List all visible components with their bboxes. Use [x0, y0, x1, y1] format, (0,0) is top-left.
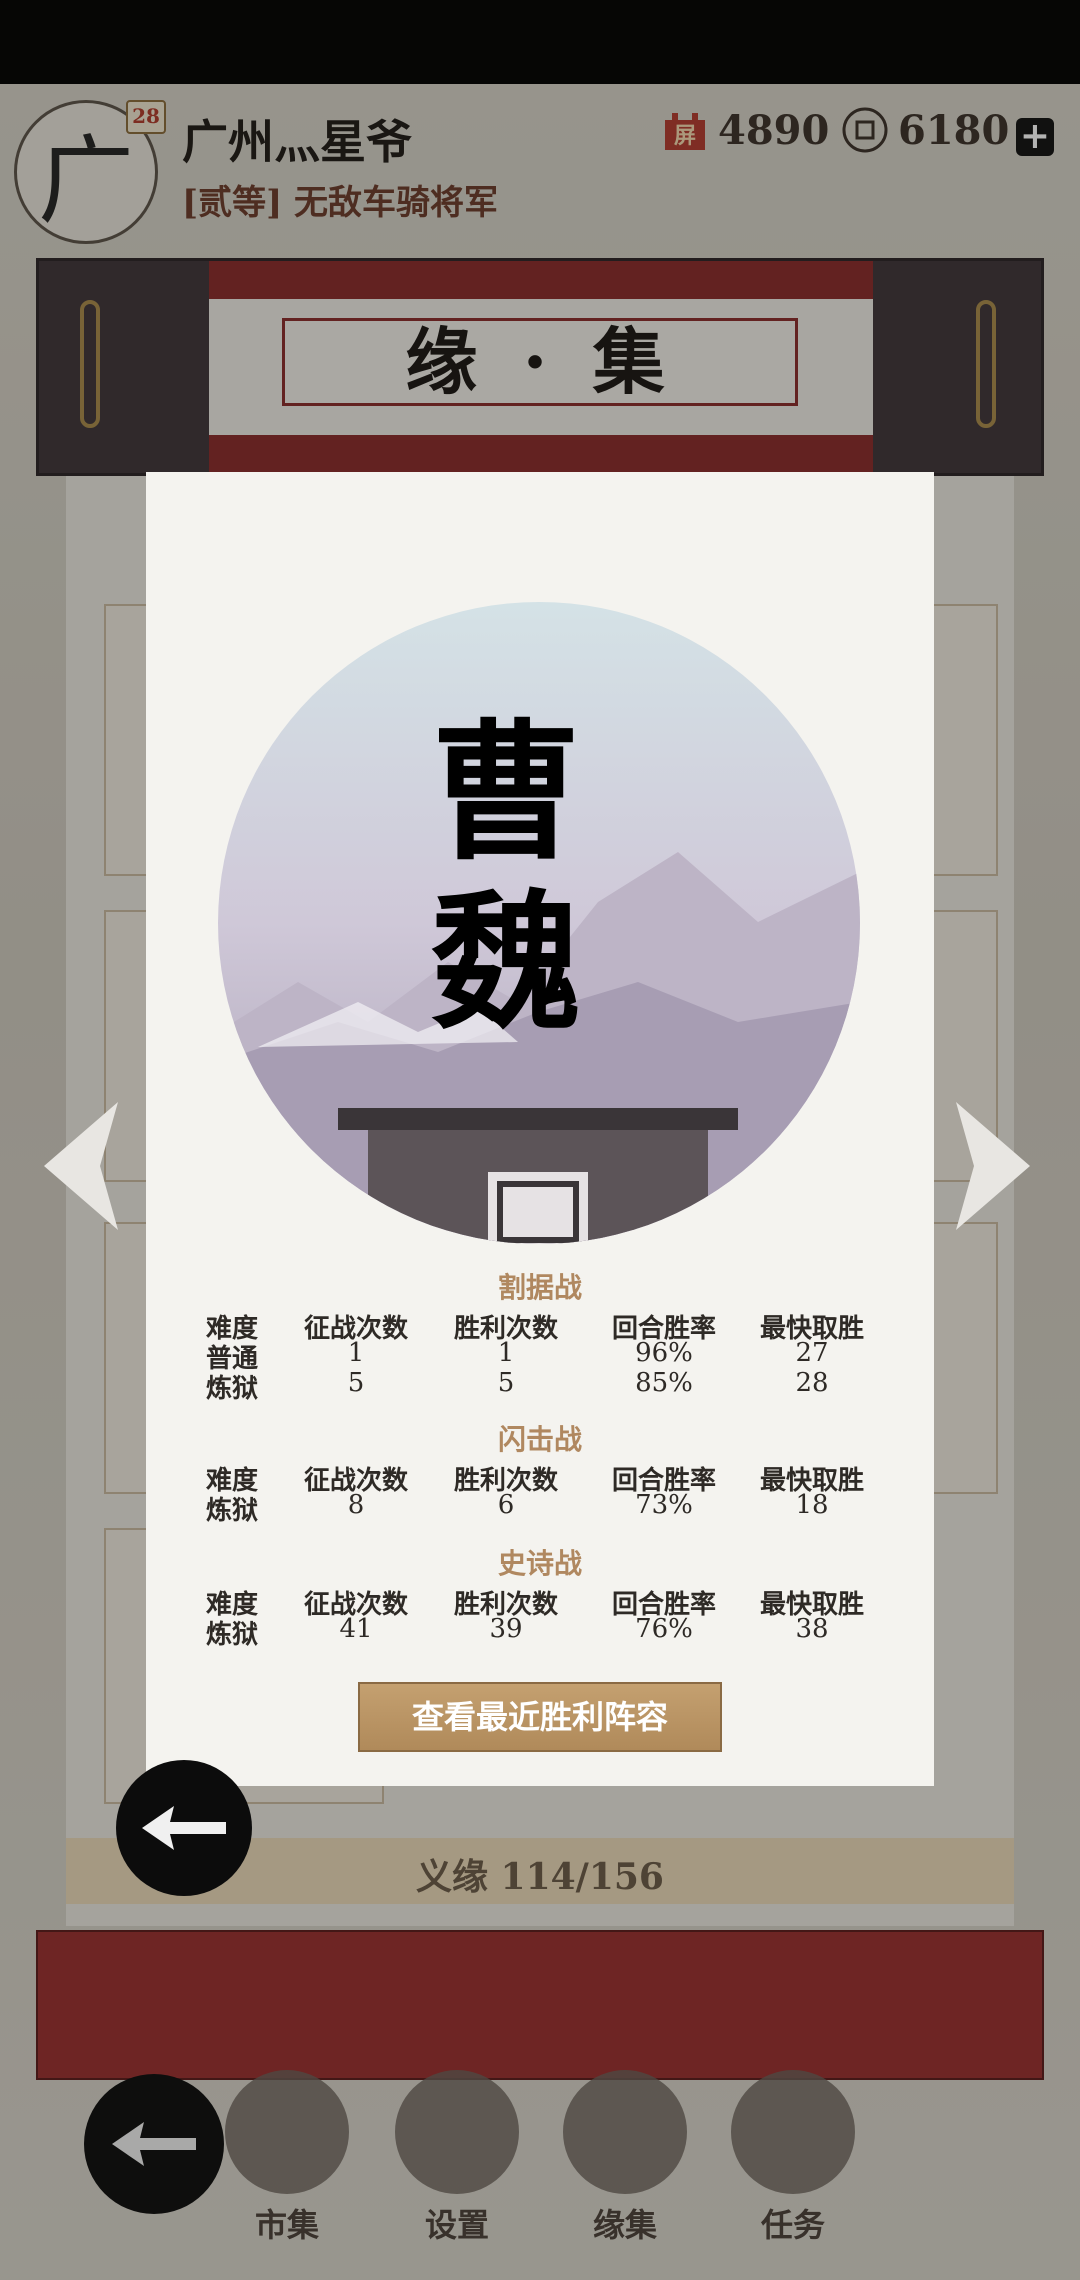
- stats-row: 普通 1 1 96% 27: [146, 1338, 934, 1374]
- player-title: [贰等] 无敌车骑将军: [182, 183, 499, 223]
- coin-icon: [840, 105, 890, 155]
- nav-label: 任务: [760, 2206, 825, 2244]
- cell-wins: 1: [497, 1338, 515, 1368]
- resource-1-glyph: 屏: [674, 123, 696, 149]
- cell-win-rate: 76%: [635, 1614, 693, 1644]
- nav-tasks[interactable]: 任务: [728, 2070, 858, 2244]
- bottom-scroll-base: [36, 1930, 1044, 2080]
- nav-settings[interactable]: 设置: [392, 2070, 522, 2244]
- cell-battles: 41: [339, 1614, 373, 1644]
- stats-header-row: 难度 征战次数 胜利次数 回合胜率 最快取胜: [146, 1308, 934, 1344]
- section-title: 闪击战: [497, 1423, 582, 1456]
- nav-label: 设置: [424, 2206, 489, 2244]
- stats-row: 炼狱 41 39 76% 38: [146, 1614, 934, 1650]
- back-arrow-icon: [142, 1806, 226, 1850]
- resource-2-value: 6180: [898, 106, 1010, 154]
- cell-battles: 5: [347, 1368, 365, 1398]
- cell-battles: 8: [347, 1490, 365, 1520]
- stats-row: 炼狱 8 6 73% 18: [146, 1490, 934, 1526]
- cell-fastest: 27: [795, 1338, 829, 1368]
- market-icon: [225, 2070, 349, 2194]
- cell-wins: 39: [489, 1614, 523, 1644]
- cell-difficulty: 炼狱: [205, 1620, 258, 1650]
- resource-1-value: 4890: [718, 106, 830, 154]
- settings-icon: [395, 2070, 519, 2194]
- next-arrow-icon[interactable]: [950, 1096, 1040, 1236]
- cell-win-rate: 73%: [635, 1490, 693, 1520]
- stats-header-row: 难度 征战次数 胜利次数 回合胜率 最快取胜: [146, 1584, 934, 1620]
- nav-collection[interactable]: 缘集: [560, 2070, 690, 2244]
- resource-2: 6180: [840, 105, 1009, 155]
- page-title: 缘 · 集: [282, 318, 798, 406]
- section-title: 史诗战: [497, 1547, 582, 1580]
- scroll-rod-right: [976, 300, 996, 428]
- collection-icon: [563, 2070, 687, 2194]
- cell-win-rate: 96%: [635, 1338, 693, 1368]
- back-arrow-icon: [112, 2122, 196, 2166]
- nav-label: 市集: [254, 2206, 319, 2244]
- scroll-rod-left: [80, 300, 100, 428]
- cell-fastest: 38: [795, 1614, 829, 1644]
- level-badge: 28: [126, 100, 166, 134]
- avatar-glyph: 广: [38, 124, 134, 237]
- cell-wins: 6: [497, 1490, 515, 1520]
- nav-market[interactable]: 市集: [222, 2070, 352, 2244]
- nav-label: 缘集: [592, 2206, 657, 2244]
- dialog-back-button[interactable]: [116, 1760, 252, 1896]
- faction-stats-dialog: 曹 魏 割据战 难度 征战次数 胜利次数 回合胜率 最快取胜 普通 1 1 96…: [146, 472, 934, 1786]
- resource-1: 屏 4890: [660, 105, 829, 155]
- cell-win-rate: 85%: [635, 1368, 693, 1398]
- view-recent-lineup-button[interactable]: 查看最近胜利阵容: [358, 1682, 722, 1752]
- cell-fastest: 18: [795, 1490, 829, 1520]
- add-currency-button[interactable]: +: [1016, 118, 1054, 156]
- cell-difficulty: 炼狱: [205, 1496, 258, 1526]
- stats-row: 炼狱 5 5 85% 28: [146, 1368, 934, 1404]
- faction-name-bottom: 魏: [430, 875, 581, 1051]
- faction-name-top: 曹: [430, 705, 581, 881]
- cell-fastest: 28: [795, 1368, 829, 1398]
- back-button[interactable]: [84, 2074, 224, 2214]
- cell-wins: 5: [497, 1368, 515, 1398]
- stats-header-row: 难度 征战次数 胜利次数 回合胜率 最快取胜: [146, 1460, 934, 1496]
- section-title: 割据战: [497, 1271, 582, 1304]
- faction-name: 曹 魏: [416, 708, 596, 1048]
- tasks-icon: [731, 2070, 855, 2194]
- previous-arrow-icon[interactable]: [34, 1096, 124, 1236]
- cell-difficulty: 炼狱: [205, 1374, 258, 1404]
- fortress-icon: 屏: [660, 105, 710, 155]
- cell-battles: 1: [347, 1338, 365, 1368]
- player-name: 广州灬星爷: [182, 115, 412, 169]
